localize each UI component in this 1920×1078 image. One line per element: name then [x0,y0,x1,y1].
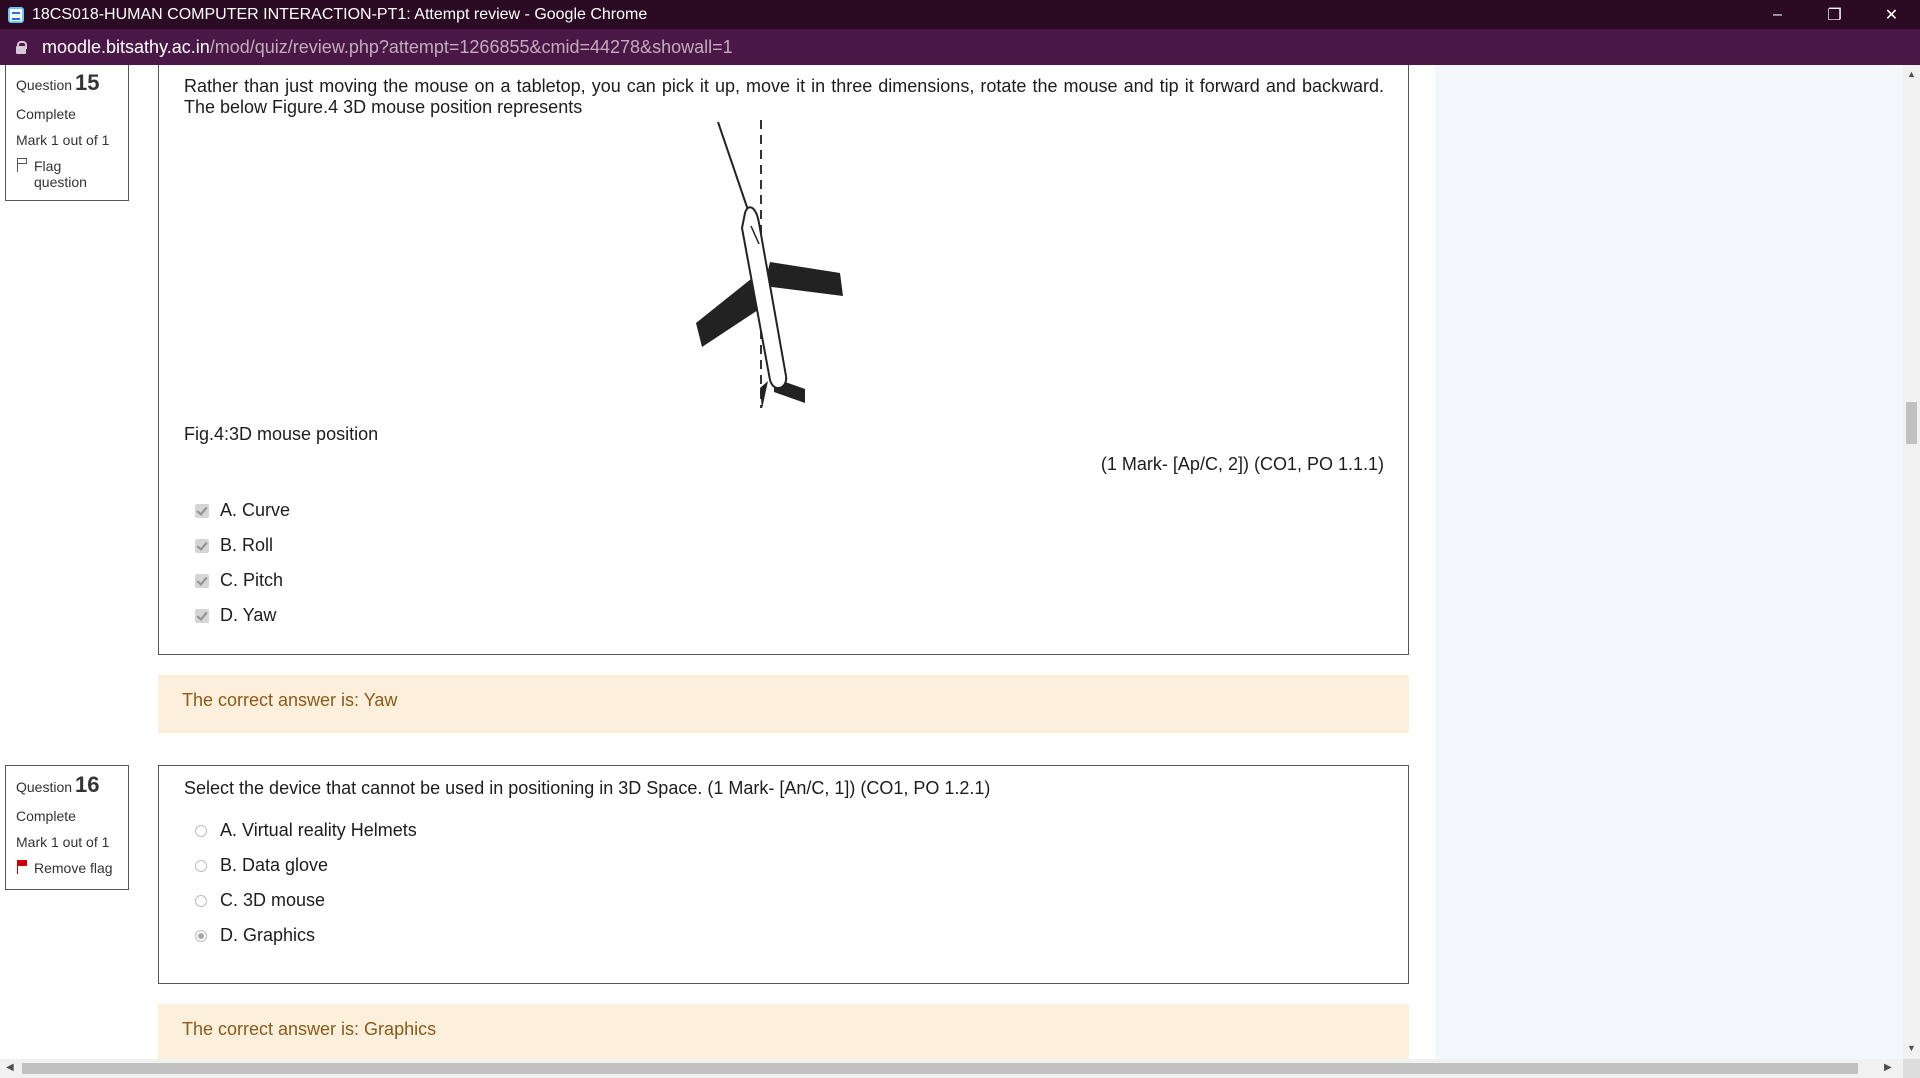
airplane-diagram [696,120,843,409]
flag-label: Remove flag [34,860,113,876]
flag-label: Flag question [34,158,87,190]
radio-button[interactable] [195,894,207,907]
answer-option-c[interactable]: C. 3D mouse [184,883,1384,918]
url-path: /mod/quiz/review.php?attempt=1266855&cmi… [209,36,733,57]
question-label: Question [16,779,73,795]
url-text[interactable]: moodle.bitsathy.ac.in/mod/quiz/review.ph… [42,37,733,58]
answer-option-b[interactable]: B. Roll [184,528,1384,563]
question-number: Question 15 [16,70,120,96]
minimize-button[interactable]: – [1749,0,1806,29]
question-state: Complete [16,808,76,824]
rotation-line [717,121,750,214]
question-marks: (1 Mark- [Ap/C, 2]) (CO1, PO 1.1.1) [1100,454,1384,474]
answer-option-d[interactable]: D. Graphics [184,918,1384,953]
restore-button[interactable]: ❐ [1806,0,1863,29]
question-state: Complete [16,106,76,122]
option-label: B. Roll [220,535,274,555]
checkbox-checked[interactable] [195,608,209,623]
answer-option-c[interactable]: C. Pitch [184,563,1384,598]
question-text: Rather than just moving the mouse on a t… [184,76,1384,117]
question-text: Select the device that cannot be used in… [184,778,991,798]
right-side-panel [1435,65,1903,1059]
answer-options: A. Virtual reality Helmets B. Data glove… [184,813,1384,953]
radio-button-selected[interactable] [195,929,207,942]
question-info-16: Question 16 Complete Mark 1 out of 1 Remo… [5,765,129,890]
window-controls: – ❐ ✕ [1749,0,1920,29]
radio-button[interactable] [195,824,207,837]
answer-option-a[interactable]: A. Curve [184,493,1384,528]
question-label: Question [16,77,73,93]
question-number-value: 15 [75,70,100,95]
scroll-up-icon[interactable]: ▲ [1907,69,1916,79]
checkbox-checked[interactable] [195,538,209,553]
option-label: D. Graphics [220,925,316,945]
remove-flag-link[interactable]: Remove flag [16,860,120,876]
flag-question-link[interactable]: Flag question [16,158,120,190]
feedback-15: The correct answer is: Yaw [158,675,1409,733]
flag-icon [16,158,28,172]
answer-option-d[interactable]: D. Yaw [184,598,1384,633]
question-mark: Mark 1 out of 1 [16,834,110,850]
scroll-left-icon[interactable]: ◀ [6,1062,14,1073]
horizontal-scrollbar[interactable]: ◀ ▶ [0,1059,1903,1078]
right-wing [764,262,843,296]
option-label: C. Pitch [220,570,284,590]
checkbox-checked[interactable] [195,503,209,518]
answer-options: A. Curve B. Roll C. Pitch D. Yaw [184,493,1384,633]
window-titlebar: 18CS018-HUMAN COMPUTER INTERACTION-PT1: … [0,0,1920,29]
answer-option-a[interactable]: A. Virtual reality Helmets [184,813,1384,848]
scrollbar-corner [1903,1059,1920,1078]
question-box-15: Rather than just moving the mouse on a t… [158,65,1409,655]
radio-button[interactable] [195,859,207,872]
question-number: Question 16 [16,772,120,798]
figure-3d-mouse-position [656,118,856,409]
option-label: B. Data glove [220,855,329,875]
option-label: A. Virtual reality Helmets [220,820,417,840]
question-box-16: Select the device that cannot be used in… [158,765,1409,984]
page-viewport: Question 15 Complete Mark 1 out of 1 Flag… [0,65,1903,1059]
vertical-scrollbar[interactable]: ▲ ▼ [1903,65,1920,1059]
answer-option-b[interactable]: B. Data glove [184,848,1384,883]
question-mark: Mark 1 out of 1 [16,132,110,148]
vertical-scroll-thumb[interactable] [1906,402,1917,444]
close-button[interactable]: ✕ [1863,0,1920,29]
feedback-16: The correct answer is: Graphics [158,1004,1409,1059]
option-label: D. Yaw [220,605,277,625]
url-host: moodle.bitsathy.ac.in [42,36,210,57]
figure-caption: Fig.4:3D mouse position [184,424,379,444]
scroll-down-icon[interactable]: ▼ [1907,1043,1916,1053]
app-icon [8,6,24,23]
left-tail [760,381,768,409]
lock-icon[interactable] [16,41,27,54]
question-info-15: Question 15 Complete Mark 1 out of 1 Flag… [5,65,129,201]
option-label: C. 3D mouse [220,890,326,910]
flag-red-icon [16,860,28,874]
option-label: A. Curve [220,500,291,520]
horizontal-scroll-thumb[interactable] [22,1063,1858,1074]
question-number-value: 16 [75,772,100,797]
scroll-right-icon[interactable]: ▶ [1884,1062,1892,1073]
window-title: 18CS018-HUMAN COMPUTER INTERACTION-PT1: … [32,5,648,23]
checkbox-checked[interactable] [195,573,209,588]
left-wing [696,275,761,347]
address-bar[interactable]: moodle.bitsathy.ac.in/mod/quiz/review.ph… [0,29,1920,65]
